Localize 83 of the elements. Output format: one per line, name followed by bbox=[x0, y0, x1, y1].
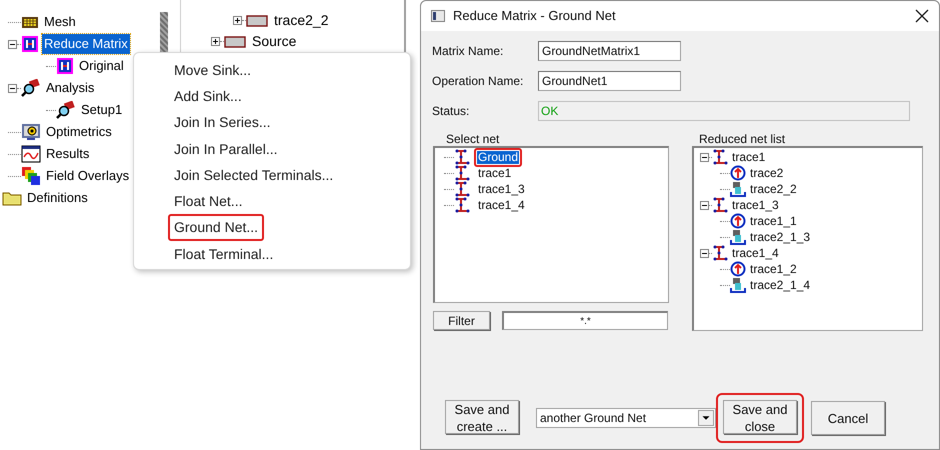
tree-item[interactable]: Setup1 bbox=[79, 100, 124, 120]
tree-item[interactable]: Results bbox=[44, 144, 92, 164]
tree-item[interactable]: trace2_1_4 bbox=[750, 278, 810, 292]
arrow-circle-icon bbox=[730, 261, 746, 277]
app-icon bbox=[431, 10, 445, 22]
net-icon bbox=[712, 245, 728, 261]
arrow-circle-icon bbox=[730, 165, 746, 181]
splitter-bar[interactable] bbox=[160, 12, 168, 54]
filter-field[interactable]: *.* bbox=[502, 311, 668, 330]
window-title: Reduce Matrix - Ground Net bbox=[453, 7, 616, 26]
cancel-button[interactable]: Cancel bbox=[811, 401, 885, 435]
list-heading: Reduced net list bbox=[698, 131, 786, 146]
list-item[interactable]: trace1 bbox=[477, 166, 512, 180]
matrix-icon bbox=[56, 57, 74, 75]
list-heading: Select net bbox=[445, 131, 500, 146]
magnifier-icon bbox=[56, 101, 76, 119]
stacked-squares-icon bbox=[21, 166, 41, 186]
rectangle-icon bbox=[246, 14, 268, 26]
tree-item[interactable]: Mesh bbox=[42, 12, 78, 32]
collapse-icon[interactable] bbox=[700, 152, 709, 162]
collapse-icon[interactable] bbox=[700, 248, 709, 258]
matrix-icon bbox=[21, 35, 39, 53]
sink-icon bbox=[730, 181, 746, 197]
menu-item[interactable]: Float Terminal... bbox=[168, 240, 280, 268]
net-icon bbox=[454, 181, 470, 197]
tree-item[interactable]: trace2_2 bbox=[750, 182, 797, 196]
mesh-icon bbox=[21, 15, 39, 29]
field-label: Status: bbox=[432, 103, 470, 120]
text-field[interactable]: GroundNetMatrix1 bbox=[538, 41, 681, 61]
tree-item[interactable]: Field Overlays bbox=[44, 166, 132, 186]
tree-item[interactable]: trace2_2 bbox=[274, 10, 328, 31]
tree-item[interactable]: trace1_2 bbox=[750, 262, 797, 276]
menu-item[interactable]: Add Sink... bbox=[168, 82, 248, 110]
save-and-close-button[interactable]: Save and close bbox=[723, 400, 797, 434]
net-list[interactable]: Ground trace1 trace1_3 trace1_4 bbox=[433, 146, 669, 303]
field-label: Operation Name: bbox=[432, 73, 524, 90]
menu-item[interactable]: Join In Series... bbox=[168, 109, 276, 136]
net-icon bbox=[712, 149, 728, 165]
net-icon bbox=[454, 165, 470, 181]
close-icon[interactable] bbox=[915, 9, 929, 23]
field-label: Matrix Name: bbox=[432, 43, 504, 60]
net-icon bbox=[712, 197, 728, 213]
tree-item[interactable]: trace1_4 bbox=[732, 246, 779, 260]
sink-icon bbox=[730, 277, 746, 293]
tree-item[interactable]: trace1 bbox=[732, 150, 766, 164]
tree-item[interactable]: Analysis bbox=[44, 78, 96, 98]
save-and-create-button[interactable]: Save and create ... bbox=[445, 400, 519, 434]
filter-button[interactable]: Filter bbox=[433, 311, 490, 330]
menu-item[interactable]: Move Sink... bbox=[168, 56, 258, 84]
tree-item[interactable]: trace2_1_3 bbox=[750, 230, 810, 244]
chart-window-icon bbox=[21, 145, 41, 163]
list-item[interactable]: trace1_4 bbox=[477, 198, 526, 212]
tree-item[interactable]: Reduce Matrix bbox=[42, 34, 130, 54]
dropdown[interactable]: another Ground Net bbox=[536, 408, 716, 428]
tree-item[interactable]: trace1_1 bbox=[750, 214, 797, 228]
folder-icon bbox=[2, 190, 22, 206]
tree-item[interactable]: Optimetrics bbox=[44, 122, 114, 142]
tree-item[interactable]: Original bbox=[77, 56, 126, 76]
sink-icon bbox=[730, 229, 746, 245]
net-icon bbox=[454, 197, 470, 213]
gear-monitor-icon bbox=[21, 123, 41, 141]
expand-icon[interactable] bbox=[233, 16, 242, 25]
tree-item[interactable]: Definitions bbox=[25, 188, 90, 208]
menu-item[interactable]: Join Selected Terminals... bbox=[168, 162, 340, 189]
net-icon bbox=[454, 149, 470, 165]
expand-icon[interactable] bbox=[211, 37, 220, 46]
collapse-icon[interactable] bbox=[8, 84, 17, 92]
collapse-icon[interactable] bbox=[8, 40, 17, 48]
menu-item[interactable]: Join In Parallel... bbox=[168, 136, 284, 163]
text-field[interactable]: GroundNet1 bbox=[538, 71, 681, 91]
tree-item[interactable]: trace1_3 bbox=[732, 198, 779, 212]
tree-item[interactable]: trace2 bbox=[750, 166, 784, 180]
menu-item[interactable]: Float Net... bbox=[168, 188, 248, 216]
tree-item[interactable]: Source bbox=[252, 31, 296, 52]
list-item[interactable]: trace1_3 bbox=[477, 182, 526, 196]
collapse-icon[interactable] bbox=[700, 200, 709, 210]
rectangle-icon bbox=[224, 36, 246, 48]
arrow-circle-icon bbox=[730, 213, 746, 229]
status-field: OK bbox=[538, 101, 910, 121]
list-item[interactable]: Ground bbox=[477, 150, 520, 164]
menu-item[interactable]: Ground Net... bbox=[168, 214, 264, 242]
dropdown-value: another Ground Net bbox=[540, 410, 646, 427]
magnifier-icon bbox=[21, 79, 41, 97]
